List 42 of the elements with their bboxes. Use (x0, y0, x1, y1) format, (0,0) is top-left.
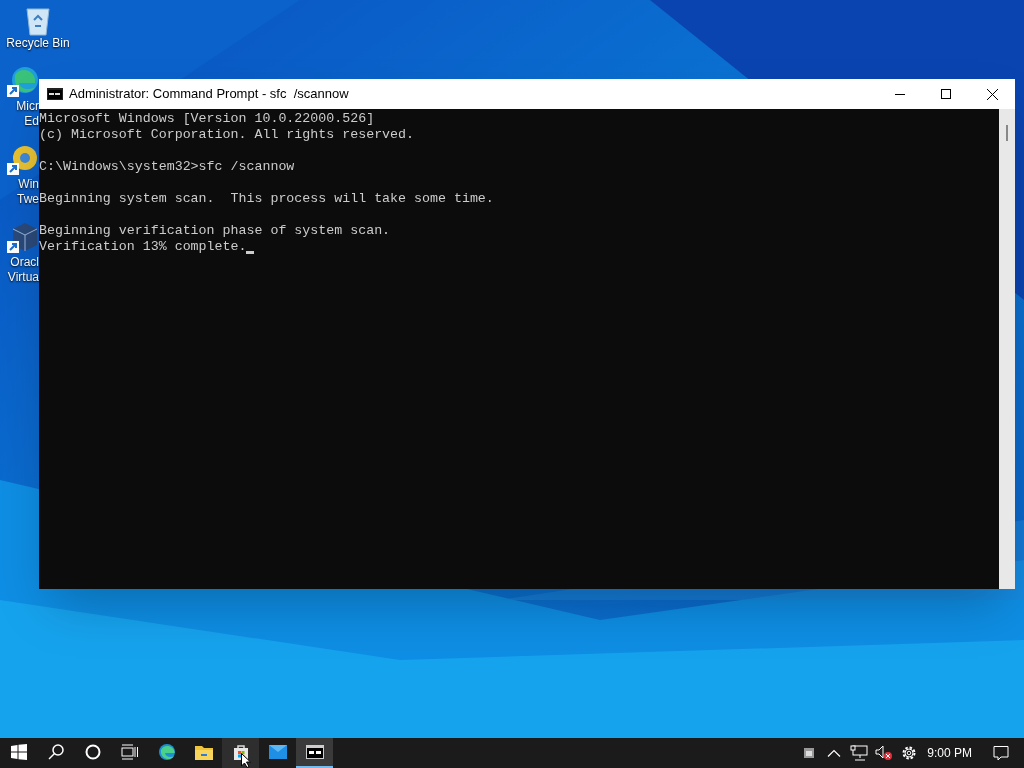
task-view-icon (120, 744, 139, 760)
icon-label: Oracl (10, 255, 39, 270)
console-line: Beginning verification phase of system scan. (39, 223, 391, 239)
icon-label: Virtua (7, 270, 39, 285)
windows-logo-icon (10, 744, 27, 760)
terminal-icon (47, 88, 63, 100)
console-line: (c) Microsoft Corporation. All rights reserved. (39, 127, 415, 143)
icon-label: Recycle Bin (6, 36, 70, 51)
console-line: Beginning system scan. This process will take some time. (39, 191, 494, 207)
icon-label: Twe (17, 192, 39, 207)
circle-icon (84, 744, 101, 760)
scroll-thumb[interactable] (1006, 125, 1008, 141)
icon-label: Win (18, 177, 39, 192)
scrollbar[interactable] (999, 109, 1015, 589)
taskbar-button[interactable] (296, 738, 333, 768)
icon-label: Ed (24, 114, 39, 129)
cursor-icon (241, 753, 251, 768)
icon-label: Micr (16, 99, 39, 114)
window-title: Administrator: Command Prompt - sfc /scannow (69, 85, 349, 104)
envelope-icon (268, 745, 287, 759)
settings-icon[interactable] (900, 745, 917, 761)
box-shortcut-icon (5, 221, 39, 255)
console-line: Microsoft Windows [Version 10.0.22000.526] (39, 111, 375, 127)
recycle-bin-icon (25, 6, 51, 36)
network-icon[interactable] (849, 745, 868, 761)
close-icon (986, 88, 998, 100)
clock[interactable]: 9:00 PM (921, 738, 978, 768)
chevron-up-icon[interactable] (826, 749, 841, 757)
maximize-icon (941, 89, 951, 99)
folder-icon (194, 744, 213, 760)
gear-shortcut-icon (5, 143, 39, 177)
text-cursor (246, 250, 255, 254)
taskbar-button[interactable] (222, 738, 259, 768)
chat-icon (993, 745, 1009, 761)
terminal-icon (305, 745, 324, 759)
edge-icon (157, 743, 176, 761)
console-line: C:\Windows\system32>sfc /scannow (39, 159, 295, 175)
console-line: Verification 13% complete. (39, 239, 247, 255)
minimize-icon (895, 93, 905, 95)
search-icon (47, 744, 64, 760)
speaker-muted-icon[interactable] (874, 745, 893, 761)
tray-app-icon[interactable] (803, 748, 814, 758)
